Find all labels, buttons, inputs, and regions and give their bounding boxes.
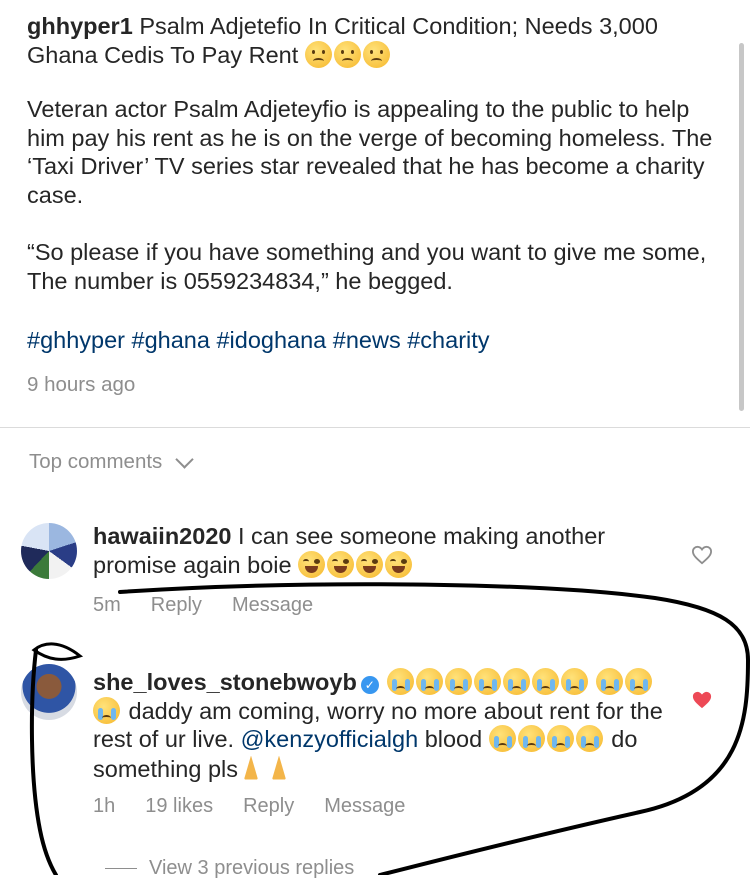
- comment-2-meta: 1h 19 likes Reply Message: [93, 795, 435, 818]
- crying-face-emoji-icon: [625, 668, 653, 695]
- crying-face-emoji-icon: [596, 668, 624, 695]
- comment-time: 5m: [93, 594, 121, 616]
- chevron-down-icon: [175, 449, 195, 469]
- laughing-tears-emoji-icon: [327, 550, 355, 578]
- crying-face-emoji-icon: [386, 668, 414, 695]
- crying-face-emoji-icon: [517, 725, 545, 752]
- scrollbar[interactable]: [739, 43, 744, 411]
- laughing-tears-emoji-icon: [356, 550, 384, 578]
- post-timestamp: 9 hours ago: [27, 372, 136, 396]
- crying-face-emoji-icon: [473, 668, 501, 695]
- post-caption: ghhyper1 Psalm Adjetefio In Critical Con…: [27, 12, 717, 399]
- confused-face-emoji-icon: [333, 40, 361, 68]
- comment-username[interactable]: she_loves_stonebwoyb: [93, 669, 357, 695]
- avatar[interactable]: [21, 664, 77, 720]
- mention-link[interactable]: @kenzyofficialgh: [241, 726, 419, 752]
- comment-2: she_loves_stonebwoyb ✓ daddy am coming, w…: [93, 668, 683, 783]
- crying-face-emoji-icon: [546, 725, 574, 752]
- crying-face-emoji-icon: [444, 668, 472, 695]
- section-divider: [0, 427, 750, 428]
- top-comments-dropdown[interactable]: Top comments: [29, 449, 195, 474]
- confused-face-emoji-icon: [304, 40, 332, 68]
- view-previous-replies[interactable]: View 3 previous replies: [105, 857, 354, 880]
- crying-face-emoji-icon: [488, 725, 516, 752]
- caption-paragraph-2: “So please if you have something and you…: [27, 239, 707, 294]
- caption-paragraph-1: Veteran actor Psalm Adjeteyfio is appeal…: [27, 96, 713, 208]
- crying-face-emoji-icon: [575, 725, 603, 752]
- view-replies-label: View 3 previous replies: [149, 857, 355, 879]
- confused-face-emoji-icon: [362, 40, 390, 68]
- hashtags[interactable]: #ghhyper #ghana #idoghana #news #charity: [27, 326, 717, 355]
- verified-badge-icon: ✓: [360, 676, 379, 694]
- message-button[interactable]: Message: [232, 594, 313, 617]
- comment-text: blood: [424, 726, 483, 752]
- folded-hands-emoji-icon: [266, 754, 292, 782]
- liked-heart-icon[interactable]: [691, 690, 713, 710]
- reply-button[interactable]: Reply: [243, 795, 294, 818]
- message-button[interactable]: Message: [324, 795, 405, 818]
- top-comments-label: Top comments: [29, 450, 163, 473]
- like-heart-icon[interactable]: [691, 545, 713, 565]
- crying-face-emoji-icon: [415, 668, 443, 695]
- caption-headline: ghhyper1 Psalm Adjetefio In Critical Con…: [27, 12, 717, 69]
- likes-count[interactable]: 19 likes: [145, 795, 213, 818]
- reply-button[interactable]: Reply: [151, 594, 202, 617]
- laughing-tears-emoji-icon: [385, 550, 413, 578]
- crying-face-emoji-icon: [560, 668, 588, 695]
- comment-username[interactable]: hawaiin2020: [93, 523, 231, 549]
- replies-line: [105, 868, 137, 869]
- crying-face-emoji-icon: [93, 696, 120, 724]
- avatar[interactable]: [21, 523, 77, 579]
- crying-face-emoji-icon: [502, 668, 530, 695]
- folded-hands-emoji-icon: [238, 754, 264, 782]
- crying-face-emoji-icon: [531, 668, 559, 695]
- post-username[interactable]: ghhyper1: [27, 13, 133, 39]
- laughing-tears-emoji-icon: [298, 550, 326, 578]
- comment-1: hawaiin2020 I can see someone making ano…: [93, 522, 683, 579]
- comment-time: 1h: [93, 795, 116, 817]
- comment-1-meta: 5m Reply Message: [93, 594, 343, 617]
